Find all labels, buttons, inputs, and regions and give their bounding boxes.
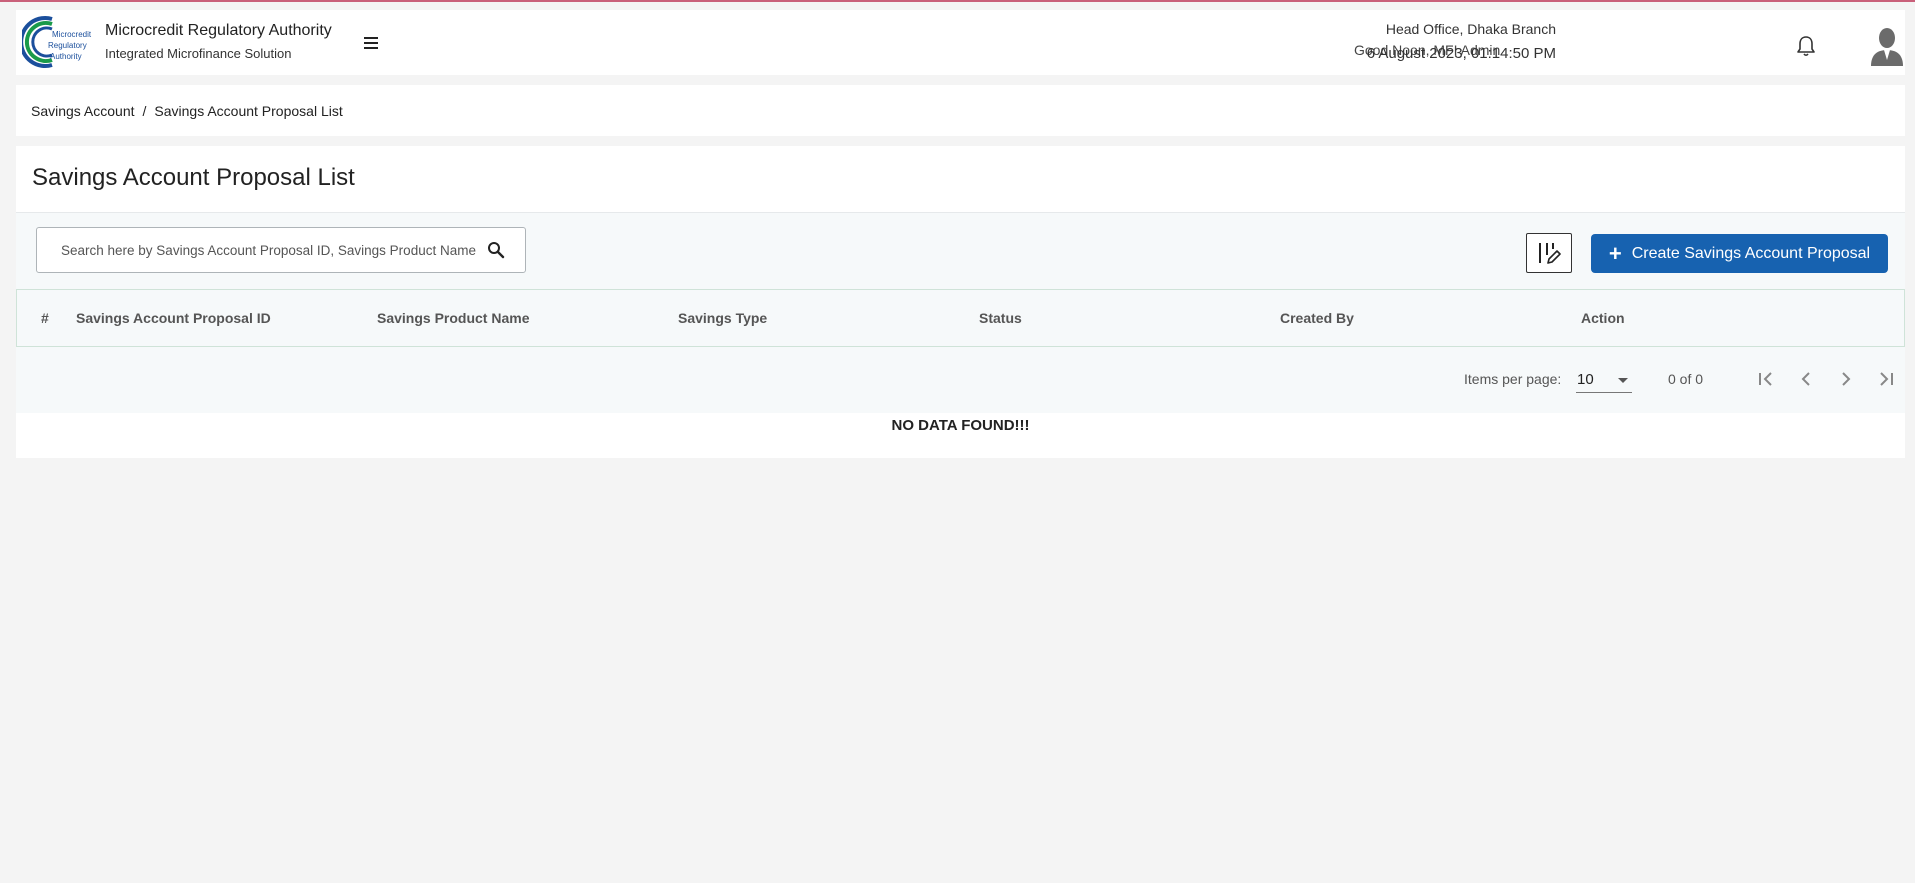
app-name: Integrated Microfinance Solution <box>105 46 292 61</box>
col-header-action: Action <box>1581 310 1625 326</box>
proposal-list-card: Savings Account Proposal List + Create S… <box>16 146 1905 458</box>
col-header-product-name[interactable]: Savings Product Name <box>377 310 530 326</box>
logo-text-line-3: Authority <box>50 52 82 61</box>
org-name: Microcredit Regulatory Authority <box>105 22 332 39</box>
last-page-icon[interactable] <box>1874 367 1898 391</box>
next-page-icon[interactable] <box>1834 367 1858 391</box>
breadcrumb-separator: / <box>142 102 147 119</box>
brand: Microcredit Regulatory Authority Integra… <box>105 22 332 61</box>
no-data-message: NO DATA FOUND!!! <box>891 417 1030 434</box>
page-range-label: 0 of 0 <box>1668 371 1704 387</box>
branch-info: Head Office, Dhaka Branch 6 August 2023,… <box>1367 21 1556 62</box>
logo-text-line-2: Regulatory <box>48 41 87 50</box>
breadcrumb-parent-link[interactable]: Savings Account <box>31 103 135 119</box>
user-avatar-icon[interactable] <box>1869 26 1905 66</box>
current-datetime: 6 August 2023, 01:14:50 PM <box>1366 45 1556 62</box>
search-box <box>36 227 526 273</box>
search-input[interactable] <box>37 228 477 272</box>
logo-text-line-1: Microcredit <box>52 30 92 39</box>
items-per-page-value: 10 <box>1577 371 1594 388</box>
col-header-proposal-id[interactable]: Savings Account Proposal ID <box>76 310 271 326</box>
notification-bell-icon[interactable] <box>1795 34 1817 58</box>
col-header-index: # <box>41 310 49 326</box>
col-header-status[interactable]: Status <box>979 310 1022 326</box>
mra-logo: Microcredit Regulatory Authority <box>22 16 92 68</box>
create-savings-account-proposal-button[interactable]: + Create Savings Account Proposal <box>1591 234 1888 273</box>
hamburger-menu-icon[interactable] <box>360 33 382 53</box>
column-toggle-button[interactable] <box>1526 233 1572 273</box>
first-page-icon[interactable] <box>1754 367 1778 391</box>
col-header-savings-type[interactable]: Savings Type <box>678 310 767 326</box>
table-header: # Savings Account Proposal ID Savings Pr… <box>16 289 1905 347</box>
plus-icon: + <box>1608 240 1622 266</box>
items-per-page-label: Items per page: <box>1464 371 1562 387</box>
app-header: Microcredit Regulatory Authority Microcr… <box>16 10 1905 75</box>
page-title: Savings Account Proposal List <box>32 164 355 191</box>
previous-page-icon[interactable] <box>1794 367 1818 391</box>
column-edit-icon <box>1539 243 1561 264</box>
create-button-label: Create Savings Account Proposal <box>1631 244 1871 262</box>
branch-name: Head Office, Dhaka Branch <box>1385 21 1556 37</box>
search-icon[interactable] <box>487 241 505 259</box>
items-per-page-select[interactable]: 10 <box>1576 365 1632 393</box>
chevron-down-icon <box>1618 378 1628 383</box>
top-accent-strip <box>0 0 1915 2</box>
breadcrumb-current: Savings Account Proposal List <box>154 102 343 119</box>
col-header-created-by[interactable]: Created By <box>1280 310 1354 326</box>
paginator: Items per page: 10 0 of 0 <box>16 347 1905 413</box>
breadcrumb: Savings Account / Savings Account Propos… <box>16 85 1905 136</box>
